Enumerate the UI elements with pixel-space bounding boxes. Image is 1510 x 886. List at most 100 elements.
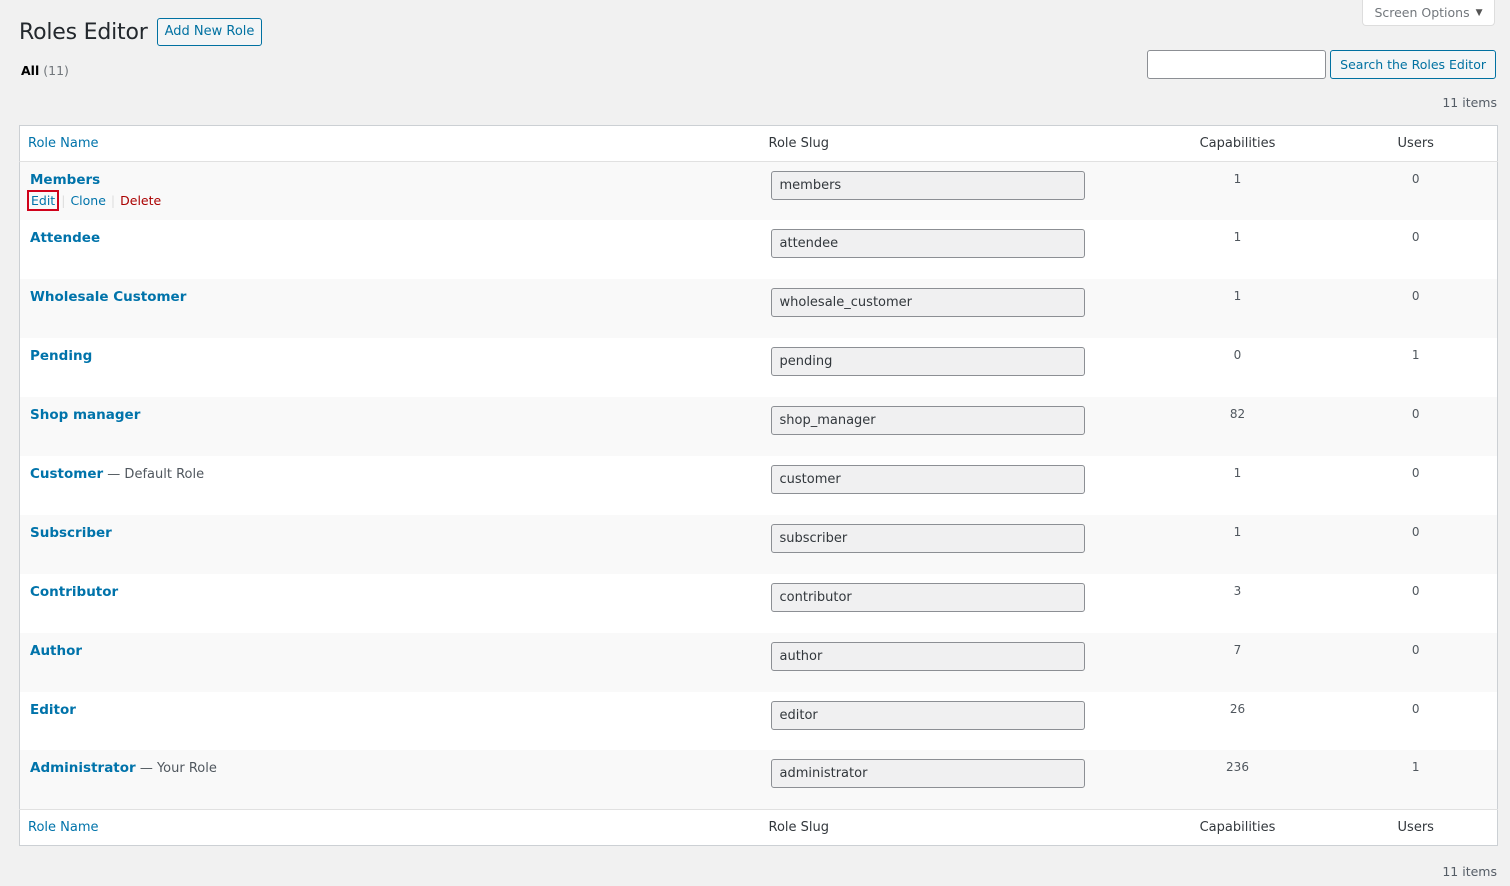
chevron-down-icon: ▼ [1475, 7, 1483, 18]
capabilities-count: 1 [1233, 289, 1242, 304]
roles-table: Role Name Role Slug Capabilities Users M… [19, 125, 1498, 846]
users-count: 0 [1411, 465, 1420, 480]
capabilities-count: 1 [1233, 172, 1242, 186]
column-footer-capabilities: Capabilities [1140, 808, 1335, 846]
users-count: 0 [1411, 642, 1420, 657]
search-box: Search the Roles Editor [1147, 50, 1496, 79]
filter-all-link[interactable]: All [21, 63, 39, 78]
role-slug-cell [761, 279, 1141, 338]
role-slug-field[interactable] [770, 759, 1085, 789]
users-count: 0 [1411, 289, 1420, 304]
role-slug-field[interactable] [770, 523, 1085, 553]
table-row: Administrator — Your Role 236 1 [19, 750, 1498, 810]
capabilities-count: 3 [1233, 583, 1242, 598]
separator: | [110, 193, 116, 208]
role-name-link[interactable]: Wholesale Customer [30, 289, 186, 305]
role-name-cell: Pending [20, 338, 761, 397]
edit-link[interactable]: Edit [26, 190, 60, 211]
role-slug-field[interactable] [770, 700, 1085, 730]
role-slug-field[interactable] [770, 347, 1085, 377]
role-name-link[interactable]: Shop manager [30, 407, 140, 423]
role-name-cell: Wholesale Customer [20, 279, 761, 338]
users-count: 1 [1411, 760, 1420, 775]
search-input[interactable] [1147, 50, 1327, 79]
role-name-link[interactable]: Members [30, 172, 100, 188]
items-count-top: 11 items [1442, 95, 1497, 110]
role-note: — Your Role [135, 761, 217, 777]
table-row: Author 7 0 [19, 632, 1498, 692]
role-slug-cell [761, 750, 1141, 809]
role-name-cell: Customer — Default Role [20, 456, 761, 515]
role-slug-field[interactable] [770, 288, 1085, 318]
column-footer-users: Users [1334, 808, 1498, 846]
role-note: — Default Role [103, 466, 205, 482]
role-name-cell: Administrator — Your Role [20, 750, 761, 809]
role-slug-field[interactable] [770, 229, 1085, 259]
role-slug-field[interactable] [770, 171, 1085, 200]
table-row: MembersEdit|Clone|Delete10 [19, 161, 1498, 221]
role-name-link[interactable]: Author [30, 643, 82, 659]
role-name-cell: Attendee [20, 220, 761, 279]
role-slug-field[interactable] [770, 406, 1085, 436]
column-header-role-name[interactable]: Role Name [19, 125, 761, 162]
clone-link[interactable]: Clone [70, 193, 105, 208]
table-row: Contributor 3 0 [20, 574, 1498, 633]
separator: | [61, 193, 66, 208]
items-count-bottom: 11 items [1442, 864, 1497, 879]
column-footer-role-name[interactable]: Role Name [19, 808, 761, 846]
role-name-cell: Author [20, 633, 761, 692]
column-header-role-slug: Role Slug [760, 125, 1141, 162]
table-row: Shop manager 82 0 [19, 397, 1498, 456]
role-slug-cell [761, 515, 1141, 574]
capabilities-count: 82 [1229, 407, 1246, 422]
role-name-link[interactable]: Editor [30, 702, 76, 718]
add-new-role-button[interactable]: Add New Role [156, 18, 263, 46]
role-name-cell: Members Edit | Clone | Delete [20, 162, 761, 221]
role-name-link[interactable]: Subscriber [30, 525, 112, 541]
role-name-link[interactable]: Pending [30, 348, 92, 364]
capabilities-count: 0 [1233, 348, 1242, 363]
role-slug-field[interactable] [770, 464, 1085, 494]
role-name-cell: Editor [20, 692, 761, 751]
table-row: Customer — Default Role 1 0 [20, 456, 1498, 515]
users-count: 1 [1411, 348, 1420, 363]
users-count: 0 [1411, 230, 1420, 245]
role-name-link[interactable]: Contributor [30, 584, 118, 600]
table-footer-row: Role Name Role Slug Capabilities Users [19, 808, 1498, 846]
capabilities-count: 7 [1233, 642, 1242, 657]
table-row: Wholesale Customer 1 0 [19, 279, 1498, 339]
role-slug-field[interactable] [770, 641, 1085, 671]
capabilities-count: 26 [1229, 701, 1246, 716]
capabilities-count: 236 [1226, 760, 1249, 775]
table-row: Pending 0 1 [20, 338, 1498, 397]
filter-links: All (11) [21, 63, 69, 78]
role-name-link[interactable]: Customer [30, 466, 103, 482]
capabilities-count: 1 [1233, 465, 1242, 480]
page-header: Roles Editor Add New Role [19, 18, 263, 46]
role-name-cell: Contributor [20, 574, 761, 633]
role-slug-cell [761, 456, 1141, 515]
column-header-users: Users [1334, 125, 1498, 162]
screen-options-label: Screen Options [1374, 5, 1470, 20]
role-slug-cell [761, 574, 1141, 633]
column-header-capabilities: Capabilities [1140, 125, 1335, 162]
screen-options-button[interactable]: Screen Options ▼ [1362, 0, 1495, 26]
role-slug-cell [761, 338, 1141, 397]
table-row: Subscriber 1 0 [19, 514, 1498, 574]
role-name-link[interactable]: Administrator [30, 760, 136, 776]
users-count: 0 [1411, 172, 1420, 186]
delete-link[interactable]: Delete [120, 193, 161, 208]
row-actions: Edit | Clone | Delete [26, 190, 751, 211]
table-row: Attendee 1 0 [20, 220, 1498, 279]
role-name-link[interactable]: Attendee [30, 230, 100, 246]
filter-all-count: (11) [43, 63, 69, 78]
role-name-cell: Shop manager [20, 397, 761, 456]
role-slug-cell [761, 162, 1141, 221]
users-count: 0 [1411, 583, 1420, 598]
search-button[interactable]: Search the Roles Editor [1330, 50, 1496, 79]
users-count: 0 [1411, 407, 1420, 422]
role-slug-cell [761, 692, 1141, 751]
users-count: 0 [1411, 701, 1420, 716]
page-title: Roles Editor [19, 19, 148, 45]
role-slug-field[interactable] [770, 582, 1085, 612]
